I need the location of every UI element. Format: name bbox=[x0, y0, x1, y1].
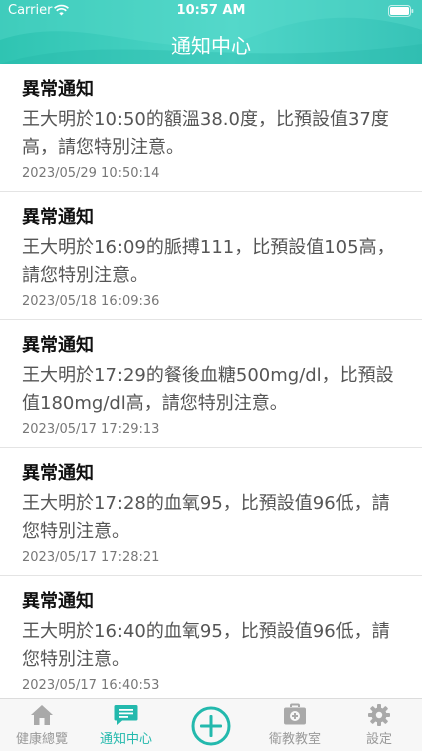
notification-timestamp: 2023/05/18 16:09:36 bbox=[22, 294, 160, 309]
notification-timestamp: 2023/05/17 17:29:13 bbox=[22, 422, 160, 437]
notification-message: 王大明於16:40的血氧95，比預設值96低，請您特別注意。 bbox=[22, 621, 390, 670]
notification-item[interactable]: 異常通知 王大明於10:50的額溫38.0度，比預設值37度高，請您特別注意。 … bbox=[0, 64, 422, 192]
tab-label: 衛教教室 bbox=[268, 732, 321, 747]
notification-title: 異常通知 bbox=[22, 207, 94, 228]
notification-item[interactable]: 異常通知 王大明於16:40的血氧95，比預設值96低，請您特別注意。 2023… bbox=[0, 576, 422, 698]
notification-item[interactable]: 異常通知 王大明於17:28的血氧95，比預設值96低，請您特別注意。 2023… bbox=[0, 448, 422, 576]
notification-item[interactable]: 異常通知 王大明於16:09的脈搏111，比預設值105高，請您特別注意。 20… bbox=[0, 192, 422, 320]
medical-kit-icon bbox=[284, 703, 306, 725]
notification-message: 王大明於16:09的脈搏111，比預設值105高，請您特別注意。 bbox=[22, 237, 395, 286]
notification-item[interactable]: 異常通知 王大明於17:29的餐後血糖500mg/dl，比預設值180mg/dl… bbox=[0, 320, 422, 448]
page-title: 通知中心 bbox=[171, 34, 251, 58]
notification-message: 王大明於10:50的額溫38.0度，比預設值37度高，請您特別注意。 bbox=[22, 109, 389, 158]
tab-label: 健康總覽 bbox=[15, 732, 68, 747]
notification-title: 異常通知 bbox=[22, 79, 94, 100]
status-bar: Carrier 10:57 AM bbox=[0, 0, 422, 22]
tab-bar: 健康總覽 通知中心 衛教教室 設定 bbox=[0, 698, 422, 751]
notification-title: 異常通知 bbox=[22, 591, 94, 612]
notification-title: 異常通知 bbox=[22, 335, 94, 356]
notification-timestamp: 2023/05/29 10:50:14 bbox=[22, 166, 160, 181]
tab-notification-center[interactable]: 通知中心 bbox=[84, 699, 168, 751]
header: Carrier 10:57 AM 通知中心 bbox=[0, 0, 422, 64]
tab-health-education[interactable]: 衛教教室 bbox=[253, 699, 337, 751]
add-circle-icon bbox=[191, 706, 231, 746]
chat-icon bbox=[114, 705, 138, 725]
status-time: 10:57 AM bbox=[176, 3, 246, 18]
notification-message: 王大明於17:29的餐後血糖500mg/dl，比預設值180mg/dl高，請您特… bbox=[22, 365, 394, 414]
notification-timestamp: 2023/05/17 16:40:53 bbox=[22, 678, 160, 693]
tab-health-overview[interactable]: 健康總覽 bbox=[0, 699, 84, 751]
tab-label: 通知中心 bbox=[99, 732, 152, 747]
notification-message: 王大明於17:28的血氧95，比預設值96低，請您特別注意。 bbox=[22, 493, 390, 542]
battery-icon bbox=[388, 5, 414, 17]
add-button[interactable] bbox=[190, 705, 232, 747]
tab-label: 設定 bbox=[365, 732, 392, 747]
tab-settings[interactable]: 設定 bbox=[337, 699, 421, 751]
home-icon bbox=[31, 705, 53, 725]
notification-timestamp: 2023/05/17 17:28:21 bbox=[22, 550, 160, 565]
gear-icon bbox=[368, 704, 390, 726]
notification-list[interactable]: 異常通知 王大明於10:50的額溫38.0度，比預設值37度高，請您特別注意。 … bbox=[0, 64, 422, 698]
notification-title: 異常通知 bbox=[22, 463, 94, 484]
